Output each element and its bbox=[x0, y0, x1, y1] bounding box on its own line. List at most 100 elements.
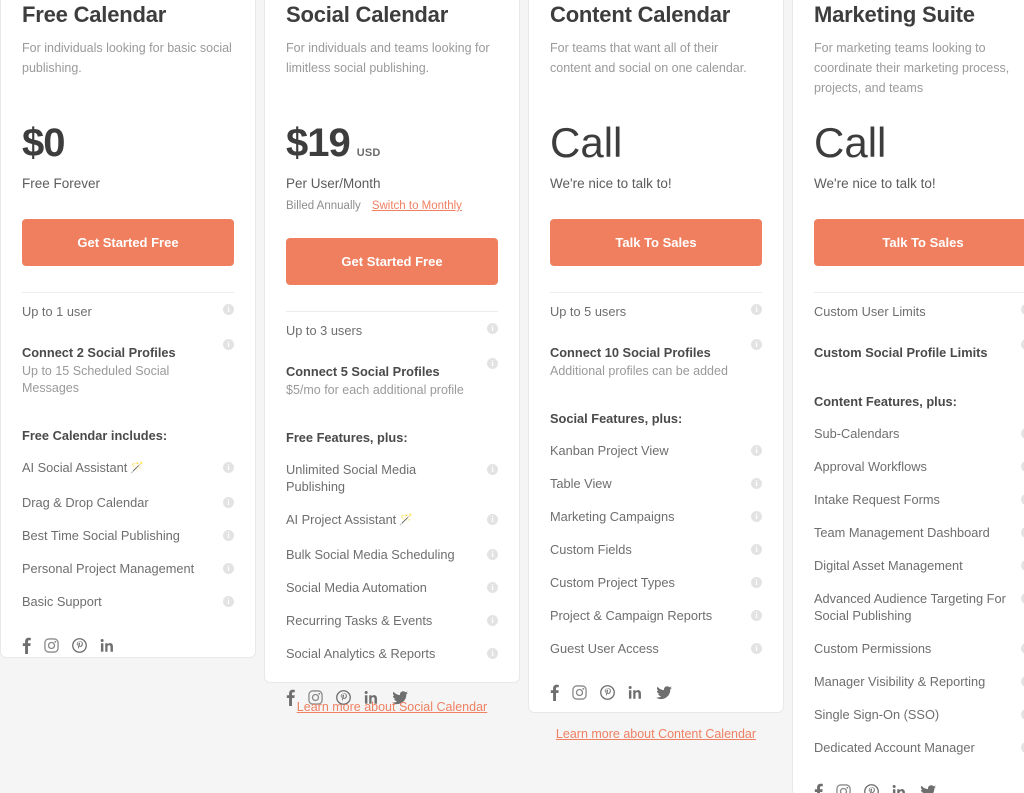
info-icon[interactable]: i bbox=[751, 478, 762, 489]
info-icon[interactable]: i bbox=[487, 648, 498, 659]
feature-social-profiles-note: Up to 15 Scheduled Social Messages bbox=[22, 364, 170, 395]
social-icons bbox=[814, 764, 1024, 793]
feature-label: Single Sign-On (SSO) bbox=[814, 707, 940, 722]
feature-label: Custom User Limits bbox=[814, 304, 926, 319]
pricing-card-content-calendar: Content Calendar For teams that want all… bbox=[528, 0, 784, 713]
twitter-icon[interactable] bbox=[656, 685, 672, 700]
info-icon[interactable]: i bbox=[223, 497, 234, 508]
feature-label: Custom Project Types bbox=[550, 575, 675, 590]
facebook-icon[interactable] bbox=[22, 637, 31, 654]
pricing-card-marketing-suite: Marketing Suite For marketing teams look… bbox=[792, 0, 1024, 793]
feature-item: Social Media Automation i bbox=[286, 571, 498, 604]
linkedin-icon[interactable] bbox=[100, 638, 115, 653]
get-started-free-button[interactable]: Get Started Free bbox=[22, 219, 234, 266]
info-icon[interactable]: i bbox=[751, 511, 762, 522]
facebook-icon[interactable] bbox=[814, 783, 823, 793]
plan-price: Call bbox=[550, 119, 623, 166]
instagram-icon[interactable] bbox=[836, 784, 851, 793]
feature-social-profiles: Connect 2 Social Profiles i bbox=[22, 328, 234, 362]
plan-price: Call bbox=[814, 119, 887, 166]
feature-label: Social Analytics & Reports bbox=[286, 646, 436, 661]
feature-item: Single Sign-On (SSO) i bbox=[814, 698, 1024, 731]
learn-more-social-calendar-link[interactable]: Learn more about Social Calendar bbox=[264, 700, 520, 714]
billing-note: Billed Annually bbox=[286, 200, 361, 212]
talk-to-sales-button[interactable]: Talk To Sales bbox=[814, 219, 1024, 266]
plan-name: Free Calendar bbox=[22, 2, 167, 27]
info-icon[interactable]: i bbox=[487, 323, 498, 334]
feature-social-profiles: Connect 5 Social Profiles i bbox=[286, 347, 498, 381]
info-icon[interactable]: i bbox=[751, 577, 762, 588]
feature-item: Custom Permissions i bbox=[814, 632, 1024, 665]
linkedin-icon[interactable] bbox=[892, 784, 907, 793]
info-icon[interactable]: i bbox=[487, 358, 498, 369]
twitter-icon[interactable] bbox=[920, 784, 936, 793]
info-icon[interactable]: i bbox=[223, 304, 234, 315]
feature-label: Up to 5 users bbox=[550, 304, 627, 319]
features-header: Content Features, plus: bbox=[814, 394, 957, 409]
info-icon[interactable]: i bbox=[223, 596, 234, 607]
features-header: Free Calendar includes: bbox=[22, 428, 168, 443]
social-icons bbox=[22, 618, 234, 660]
linkedin-icon[interactable] bbox=[628, 685, 643, 700]
info-icon[interactable]: i bbox=[487, 464, 498, 475]
info-icon[interactable]: i bbox=[487, 615, 498, 626]
feature-label: Basic Support bbox=[22, 594, 102, 609]
info-icon[interactable]: i bbox=[751, 304, 762, 315]
feature-label: Recurring Tasks & Events bbox=[286, 613, 433, 628]
pinterest-icon[interactable] bbox=[72, 638, 87, 653]
feature-item: Recurring Tasks & Events i bbox=[286, 604, 498, 637]
learn-more-content-calendar-link[interactable]: Learn more about Content Calendar bbox=[528, 727, 784, 741]
info-icon[interactable]: i bbox=[487, 582, 498, 593]
info-icon[interactable]: i bbox=[223, 339, 234, 350]
pinterest-icon[interactable] bbox=[864, 784, 879, 793]
feature-user-limit: Custom User Limits i bbox=[814, 293, 1024, 328]
feature-label: Best Time Social Publishing bbox=[22, 528, 180, 543]
facebook-icon[interactable] bbox=[550, 684, 559, 701]
pinterest-icon[interactable] bbox=[600, 685, 615, 700]
info-icon[interactable]: i bbox=[223, 563, 234, 574]
info-icon[interactable]: i bbox=[751, 339, 762, 350]
info-icon[interactable]: i bbox=[751, 544, 762, 555]
feature-label: Intake Request Forms bbox=[814, 492, 940, 507]
talk-to-sales-button[interactable]: Talk To Sales bbox=[550, 219, 762, 266]
feature-label: Custom Permissions bbox=[814, 641, 932, 656]
feature-item: Team Management Dashboard i bbox=[814, 516, 1024, 549]
social-icons bbox=[550, 665, 762, 707]
plan-name: Social Calendar bbox=[286, 2, 449, 27]
feature-item: Custom Project Types i bbox=[550, 566, 762, 599]
feature-label: Bulk Social Media Scheduling bbox=[286, 547, 455, 562]
info-icon[interactable]: i bbox=[751, 445, 762, 456]
feature-label: Social Media Automation bbox=[286, 580, 427, 595]
feature-label: Unlimited Social Media Publishing bbox=[286, 462, 417, 494]
instagram-icon[interactable] bbox=[44, 638, 59, 653]
info-icon[interactable]: i bbox=[487, 549, 498, 560]
get-started-free-button[interactable]: Get Started Free bbox=[286, 238, 498, 285]
feature-item: Unlimited Social Media Publishing i bbox=[286, 453, 498, 503]
feature-list: Unlimited Social Media Publishing i AI P… bbox=[286, 453, 498, 670]
feature-item: Table View i bbox=[550, 467, 762, 500]
feature-label: Dedicated Account Manager bbox=[814, 740, 975, 755]
info-icon[interactable]: i bbox=[223, 462, 234, 473]
feature-label: AI Project Assistant bbox=[286, 512, 397, 527]
feature-item: Personal Project Management i bbox=[22, 552, 234, 585]
feature-label: Digital Asset Management bbox=[814, 558, 963, 573]
feature-social-profiles: Connect 10 Social Profiles i bbox=[550, 328, 762, 362]
price-block: $0 Free Forever bbox=[22, 120, 234, 193]
instagram-icon[interactable] bbox=[572, 685, 587, 700]
plan-price-subtitle: We're nice to talk to! bbox=[550, 176, 672, 191]
info-icon[interactable]: i bbox=[487, 514, 498, 525]
feature-user-limit: Up to 1 user i bbox=[22, 293, 234, 328]
info-icon[interactable]: i bbox=[751, 610, 762, 621]
info-icon[interactable]: i bbox=[223, 530, 234, 541]
feature-item: Marketing Campaigns i bbox=[550, 500, 762, 533]
info-icon[interactable]: i bbox=[751, 643, 762, 654]
feature-item: Project & Campaign Reports i bbox=[550, 599, 762, 632]
feature-item: Drag & Drop Calendar i bbox=[22, 486, 234, 519]
feature-user-limit: Up to 5 users i bbox=[550, 293, 762, 328]
feature-label: Kanban Project View bbox=[550, 443, 669, 458]
feature-item: Kanban Project View i bbox=[550, 434, 762, 467]
pricing-card-free-calendar: Free Calendar For individuals looking fo… bbox=[0, 0, 256, 658]
price-block: Call We're nice to talk to! bbox=[550, 120, 762, 193]
switch-to-monthly-link[interactable]: Switch to Monthly bbox=[372, 200, 462, 212]
feature-item: Guest User Access i bbox=[550, 632, 762, 665]
